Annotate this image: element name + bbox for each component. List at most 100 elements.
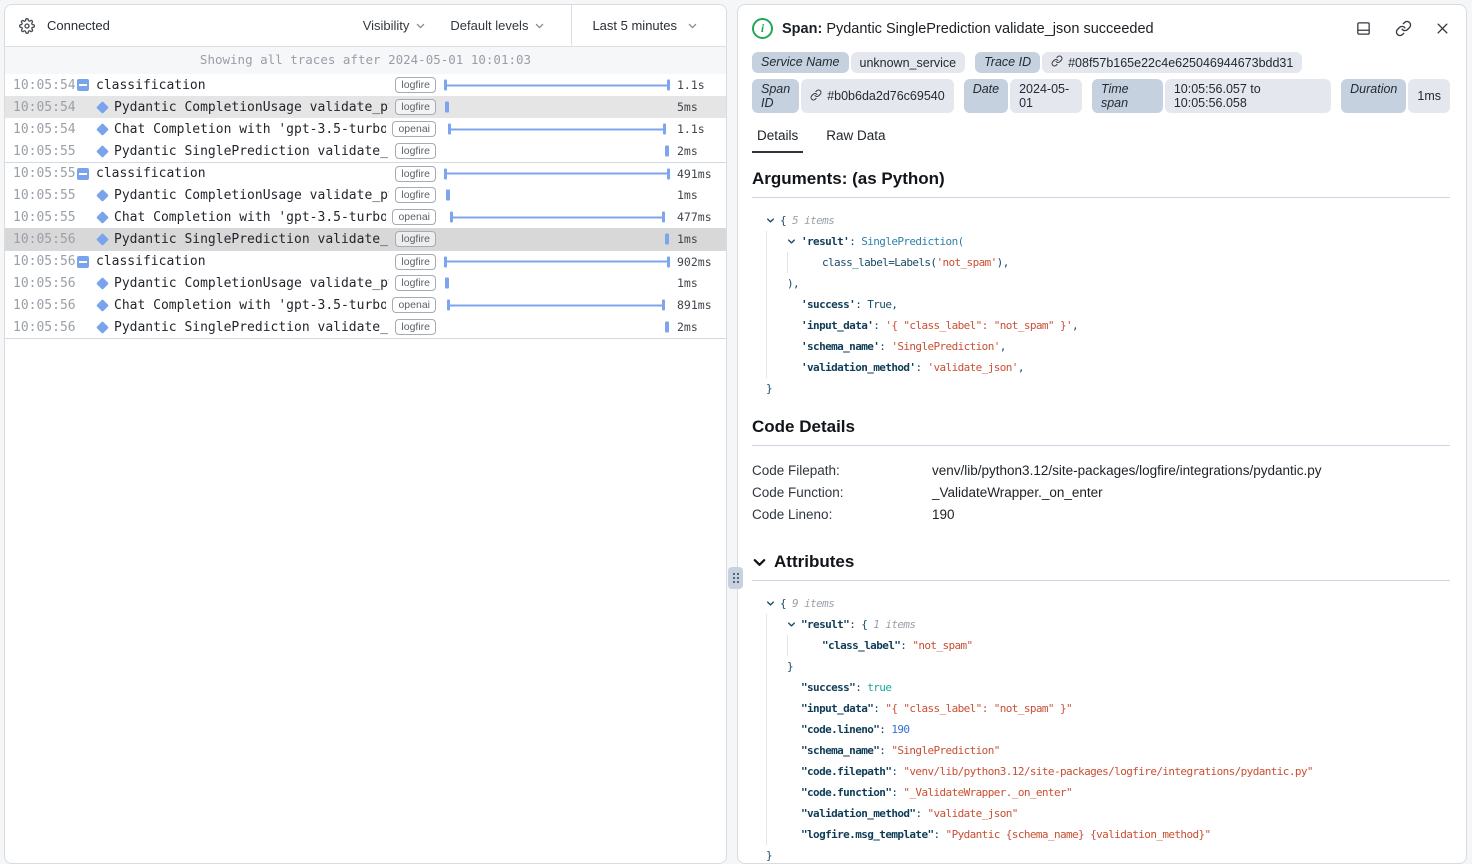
span-duration-label: 1.1s xyxy=(670,122,726,136)
scope-badge: openai xyxy=(392,209,436,225)
trace-row[interactable]: 10:05:54Pydantic CompletionUsage validat… xyxy=(5,96,726,118)
trace-row-tree: classification xyxy=(70,78,389,93)
caret-slot xyxy=(787,357,801,378)
span-timeline xyxy=(444,272,670,294)
trace-row[interactable]: 10:05:54classificationlogfire1.1s xyxy=(5,74,726,96)
code-token: : xyxy=(873,315,885,336)
attributes-json-line: "schema_name": "SinglePrediction" xyxy=(766,740,1450,761)
trace-window-status: Showing all traces after 2024-05-01 10:0… xyxy=(5,47,726,74)
trace-row-time: 10:05:54 xyxy=(13,78,70,93)
scope-badge: logfire xyxy=(395,254,436,270)
settings-gear-icon[interactable] xyxy=(19,18,35,34)
span-diamond-icon xyxy=(96,211,109,224)
trace-row[interactable]: 10:05:56Chat Completion with 'gpt-3.5-tu… xyxy=(5,294,726,316)
trace-row[interactable]: 10:05:55classificationlogfire491ms xyxy=(5,162,726,184)
trace-row-tree: Pydantic CompletionUsage validate_python xyxy=(70,276,389,291)
trace-toolbar: Connected Visibility Default levels Last… xyxy=(5,5,726,47)
trace-row-name: classification xyxy=(96,78,206,93)
code-token: "result" xyxy=(801,614,849,635)
meta-badge-value[interactable]: #08f57b165e22c4e625046944673bdd31 xyxy=(1042,52,1302,73)
trace-row-tree: classification xyxy=(70,166,389,181)
tab-details[interactable]: Details xyxy=(752,128,803,153)
indent-guide xyxy=(766,252,787,273)
trace-row-name: classification xyxy=(96,254,206,269)
trace-row[interactable]: 10:05:55Pydantic CompletionUsage validat… xyxy=(5,184,726,206)
span-diamond-icon xyxy=(96,145,109,158)
indent-guide xyxy=(766,803,787,824)
chevron-down-icon xyxy=(687,20,698,31)
meta-badge-row: Span ID#b0b6da2d76c69540Date2024-05-01Ti… xyxy=(752,79,1450,113)
expand-caret-icon[interactable] xyxy=(766,593,780,614)
trace-row[interactable]: 10:05:56classificationlogfire902ms xyxy=(5,250,726,272)
code-token: 'validation_method' xyxy=(801,357,915,378)
code-detail-value: _ValidateWrapper._on_enter xyxy=(932,485,1103,500)
attributes-json-line: "success": true xyxy=(766,677,1450,698)
trace-row-name: Pydantic CompletionUsage validate_python xyxy=(114,276,389,291)
indent-guide xyxy=(766,677,787,698)
python-code-line: 'success': True, xyxy=(766,294,1450,315)
trace-row[interactable]: 10:05:55Chat Completion with 'gpt-3.5-tu… xyxy=(5,206,726,228)
meta-badge-value: 10:05:56.057 to 10:05:56.058 xyxy=(1165,79,1331,113)
code-token: 1 items xyxy=(867,614,915,635)
visibility-dropdown[interactable]: Visibility xyxy=(363,18,427,33)
trace-row[interactable]: 10:05:56Pydantic SinglePrediction valida… xyxy=(5,228,726,250)
trace-row-tree: Pydantic CompletionUsage validate_python xyxy=(70,188,389,203)
collapse-minus-icon[interactable] xyxy=(77,168,89,180)
panel-resize-grip-icon[interactable] xyxy=(728,567,743,589)
close-icon[interactable] xyxy=(1435,21,1450,36)
code-token: : xyxy=(900,635,912,656)
scope-badge: logfire xyxy=(395,319,436,335)
dock-panel-icon[interactable] xyxy=(1355,20,1372,37)
span-duration-label: 477ms xyxy=(670,210,726,224)
trace-row-tree: Pydantic SinglePrediction validate_json xyxy=(70,232,389,247)
trace-row[interactable]: 10:05:56Pydantic CompletionUsage validat… xyxy=(5,272,726,294)
meta-badge-label: Trace ID xyxy=(975,52,1040,73)
time-range-dropdown[interactable]: Last 5 minutes xyxy=(571,5,726,46)
code-token: class_label=Labels( xyxy=(822,252,936,273)
trace-row-time: 10:05:55 xyxy=(13,144,70,159)
default-levels-dropdown[interactable]: Default levels xyxy=(450,18,545,33)
meta-badge-value: 2024-05-01 xyxy=(1010,79,1082,113)
attributes-json-line: "input_data": "{ "class_label": "not_spa… xyxy=(766,698,1450,719)
code-token: 'SinglePrediction' xyxy=(891,336,999,357)
span-timeline xyxy=(444,118,670,140)
indent-guide xyxy=(766,782,787,803)
code-token: "input_data" xyxy=(801,698,873,719)
python-code-line: ), xyxy=(766,273,1450,294)
python-code-line: 'input_data': '{ "class_label": "not_spa… xyxy=(766,315,1450,336)
span-duration-label: 1ms xyxy=(670,232,726,246)
code-token: : xyxy=(873,698,885,719)
span-duration-bar xyxy=(446,190,450,201)
span-duration-label: 5ms xyxy=(670,100,726,114)
indent-guide xyxy=(766,656,787,677)
meta-badge-label: Service Name xyxy=(752,52,849,73)
connection-status: Connected xyxy=(47,18,110,33)
code-token: "venv/lib/python3.12/site-packages/logfi… xyxy=(903,761,1313,782)
code-token: , xyxy=(1072,315,1078,336)
expand-caret-icon[interactable] xyxy=(787,614,801,635)
attributes-json-line: "code.filepath": "venv/lib/python3.12/si… xyxy=(766,761,1450,782)
attributes-heading-row[interactable]: Attributes xyxy=(752,552,1450,572)
span-duration-bar xyxy=(665,322,669,333)
trace-row[interactable]: 10:05:56Pydantic SinglePrediction valida… xyxy=(5,316,726,338)
code-token: } xyxy=(766,845,772,864)
tab-raw-data[interactable]: Raw Data xyxy=(821,128,890,153)
copy-link-icon[interactable] xyxy=(1395,20,1412,37)
trace-row-tree: Chat Completion with 'gpt-3.5-turbo-0613… xyxy=(70,122,386,137)
expand-caret-icon[interactable] xyxy=(766,210,780,231)
code-token: , xyxy=(1018,357,1024,378)
collapse-minus-icon[interactable] xyxy=(77,79,89,91)
code-token: "validate_json" xyxy=(927,803,1017,824)
trace-row[interactable]: 10:05:55Pydantic SinglePrediction valida… xyxy=(5,140,726,162)
code-token: "not_spam" xyxy=(912,635,972,656)
attributes-json-code: { 9 items"result": { 1 items"class_label… xyxy=(752,586,1450,864)
code-detail-row: Code Filepath:venv/lib/python3.12/site-p… xyxy=(752,459,1450,481)
expand-caret-icon[interactable] xyxy=(787,231,801,252)
meta-badge-value[interactable]: #b0b6da2d76c69540 xyxy=(801,79,953,113)
span-detail-panel: i Span: Pydantic SinglePrediction valida… xyxy=(737,4,1467,864)
link-icon xyxy=(1051,55,1063,70)
span-duration-bar xyxy=(450,212,665,223)
collapse-minus-icon[interactable] xyxy=(77,256,89,268)
caret-slot xyxy=(787,336,801,357)
trace-row[interactable]: 10:05:54Chat Completion with 'gpt-3.5-tu… xyxy=(5,118,726,140)
